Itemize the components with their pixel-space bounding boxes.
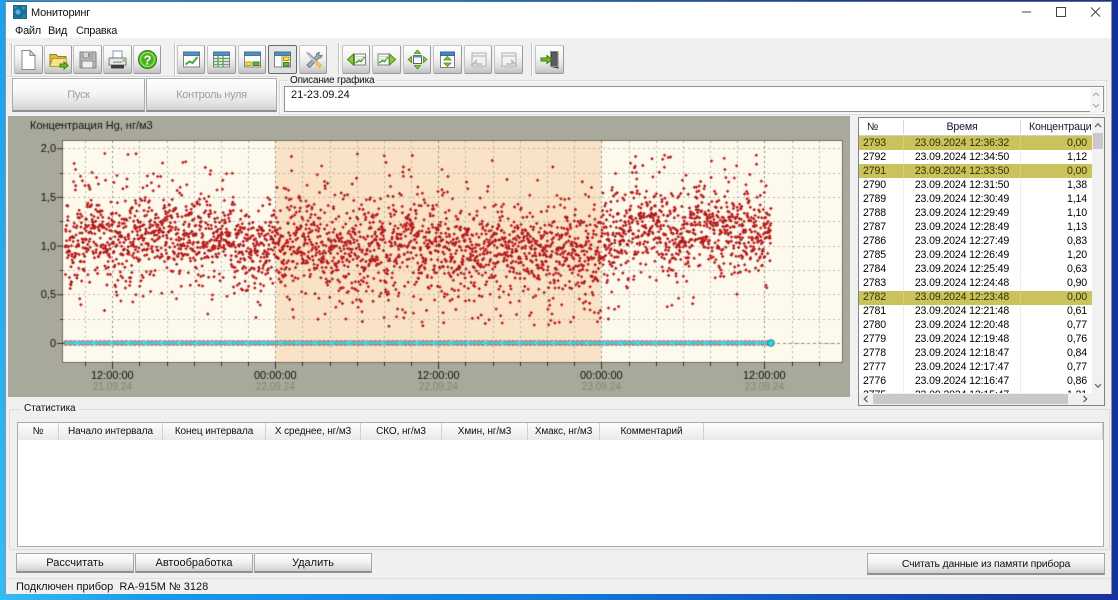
svg-text:?: ? bbox=[143, 53, 151, 68]
